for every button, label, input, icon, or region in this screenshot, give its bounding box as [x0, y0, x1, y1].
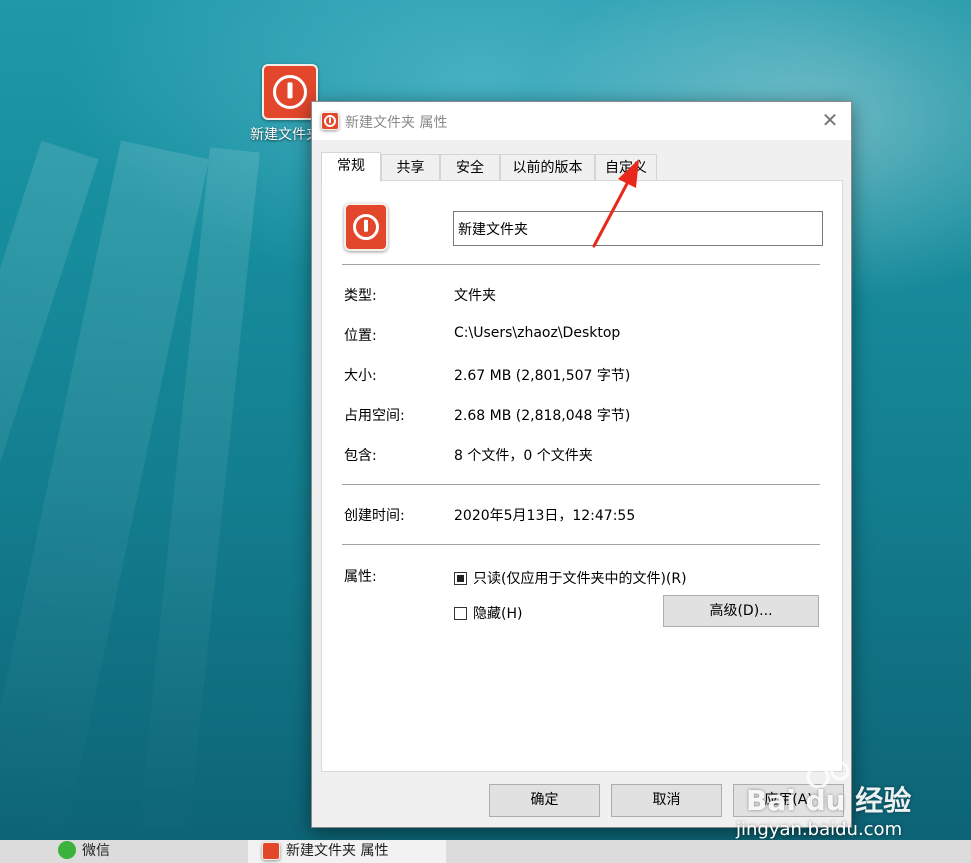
taskbar-properties-label: 新建文件夹 属性 [286, 843, 389, 859]
app-icon [262, 842, 280, 860]
dialog-title: 新建文件夹 属性 [345, 115, 448, 131]
ok-button[interactable]: 确定 [489, 784, 600, 817]
checkbox-indeterminate-icon [454, 571, 467, 585]
separator [342, 484, 820, 485]
type-label: 类型: [344, 288, 377, 304]
tab-sharing[interactable]: 共享 [381, 154, 440, 180]
wechat-icon [58, 841, 76, 859]
tab-general[interactable]: 常规 [321, 152, 381, 182]
size-on-disk-label: 占用空间: [344, 408, 405, 424]
created-label: 创建时间: [344, 508, 405, 524]
folder-name-input[interactable] [453, 211, 823, 246]
created-value: 2020年5月13日，12:47:55 [454, 508, 636, 524]
separator [342, 544, 820, 545]
type-value: 文件夹 [454, 288, 496, 304]
taskbar-item-wechat[interactable]: 微信 [58, 840, 178, 863]
close-button[interactable]: ✕ [815, 106, 845, 134]
attributes-label: 属性: [344, 569, 377, 585]
tab-customize[interactable]: 自定义 [595, 154, 657, 180]
hidden-checkbox[interactable]: 隐藏(H) [454, 603, 522, 623]
readonly-checkbox[interactable]: 只读(仅应用于文件夹中的文件)(R) [454, 568, 687, 588]
checkbox-unchecked-icon [454, 606, 467, 620]
desktop-icon-label: 新建文件夹 [250, 127, 314, 143]
general-tab-panel: 类型: 文件夹 位置: C:\Users\zhaoz\Desktop 大小: 2… [321, 180, 843, 772]
folder-app-icon [344, 203, 388, 251]
taskbar-item-properties[interactable]: 新建文件夹 属性 [248, 840, 446, 863]
hidden-label: 隐藏(H) [473, 606, 523, 622]
size-on-disk-value: 2.68 MB (2,818,048 字节) [454, 408, 631, 424]
size-value: 2.67 MB (2,801,507 字节) [454, 368, 631, 384]
size-label: 大小: [344, 368, 377, 384]
watermark-brand: Bai du 经验 [746, 784, 912, 817]
contains-label: 包含: [344, 448, 377, 464]
baidu-jingyan-watermark: Bai du 经验 jingyan.baidu.com [734, 755, 959, 843]
properties-dialog: 新建文件夹 属性 ✕ 常规 共享 安全 以前的版本 自定义 类型: 文件夹 位置… [311, 101, 852, 828]
advanced-button[interactable]: 高级(D)... [663, 595, 819, 627]
app-icon [321, 112, 339, 130]
location-value: C:\Users\zhaoz\Desktop [454, 325, 621, 341]
taskbar: 微信 新建文件夹 属性 [0, 840, 971, 863]
cancel-button[interactable]: 取消 [611, 784, 722, 817]
location-label: 位置: [344, 328, 377, 344]
watermark-url: jingyan.baidu.com [736, 819, 903, 840]
contains-value: 8 个文件，0 个文件夹 [454, 448, 593, 464]
tab-previous-versions[interactable]: 以前的版本 [500, 154, 595, 180]
tab-security[interactable]: 安全 [440, 154, 500, 180]
taskbar-wechat-label: 微信 [82, 843, 110, 859]
app-icon [262, 64, 318, 120]
title-bar[interactable]: 新建文件夹 属性 ✕ [312, 102, 851, 140]
readonly-label: 只读(仅应用于文件夹中的文件)(R) [473, 571, 687, 587]
separator [342, 264, 820, 265]
